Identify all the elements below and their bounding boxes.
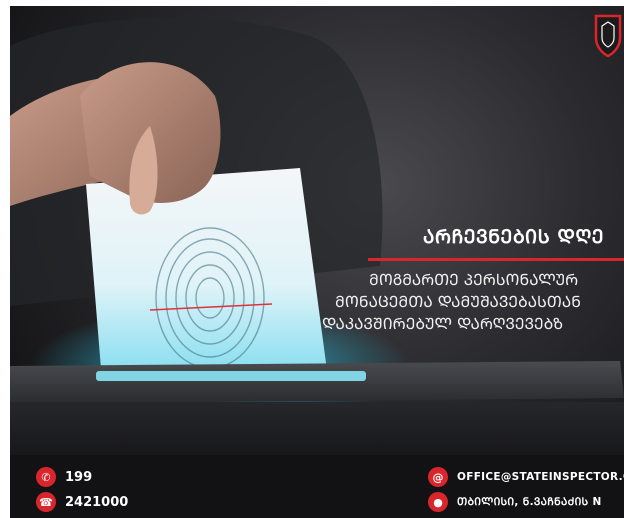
phone-icon: ✆ xyxy=(36,467,56,487)
ballot-paper xyxy=(86,168,328,381)
phone-number-2: 2421000 xyxy=(65,494,129,510)
subtitle-line-2: ᲛᲝᲜᲐᲪᲔᲛᲗᲐ ᲓᲐᲛᲣᲨᲐᲕᲔᲑᲐᲡᲗᲐᲜ xyxy=(335,293,581,311)
fax-icon: ☎ xyxy=(36,492,56,512)
headline: ᲐᲠᲩᲔᲕᲜᲔᲑᲘᲡ ᲓᲦᲔ xyxy=(423,226,605,248)
shield-logo xyxy=(592,12,624,58)
phone-number: 199 xyxy=(65,469,93,485)
subtitle-line-1: ᲛᲝᲒᲛᲐᲠᲗᲔ ᲞᲔᲠᲡᲝᲜᲐᲚᲣᲠ xyxy=(369,271,579,289)
ballot-box-front xyxy=(10,402,624,462)
ballot-illustration xyxy=(10,17,624,462)
postal-address: ᲗᲑᲘᲚᲘᲡᲘ, Ნ.ᲕᲐᲩᲜᲐᲫᲘᲡ N xyxy=(457,496,602,508)
at-icon: @ xyxy=(428,467,448,487)
ballot-box-top xyxy=(10,361,624,404)
poster-artwork xyxy=(10,6,624,518)
poster-frame: ᲐᲠᲩᲔᲕᲜᲔᲑᲘᲡ ᲓᲦᲔ ᲛᲝᲒᲛᲐᲠᲗᲔ ᲞᲔᲠᲡᲝᲜᲐᲚᲣᲠ ᲛᲝᲜᲐᲪ… xyxy=(0,0,624,518)
contact-address[interactable]: ● ᲗᲑᲘᲚᲘᲡᲘ, Ნ.ᲕᲐᲩᲜᲐᲫᲘᲡ N xyxy=(428,492,602,512)
subtitle-line-3: ᲓᲐᲙᲐᲕᲨᲘᲠᲔᲑᲣᲚ ᲓᲐᲠᲦᲕᲔᲕᲔᲑᲖ xyxy=(322,315,564,333)
location-pin-icon: ● xyxy=(428,492,448,512)
email-address: OFFICE@STATEINSPECTOR.G xyxy=(457,471,624,483)
contact-phone-2[interactable]: ☎ 2421000 xyxy=(36,492,128,512)
contact-email[interactable]: @ OFFICE@STATEINSPECTOR.G xyxy=(428,467,624,487)
ballot-slot xyxy=(96,371,366,381)
contact-phone[interactable]: ✆ 199 xyxy=(36,467,92,487)
accent-divider xyxy=(368,258,624,261)
